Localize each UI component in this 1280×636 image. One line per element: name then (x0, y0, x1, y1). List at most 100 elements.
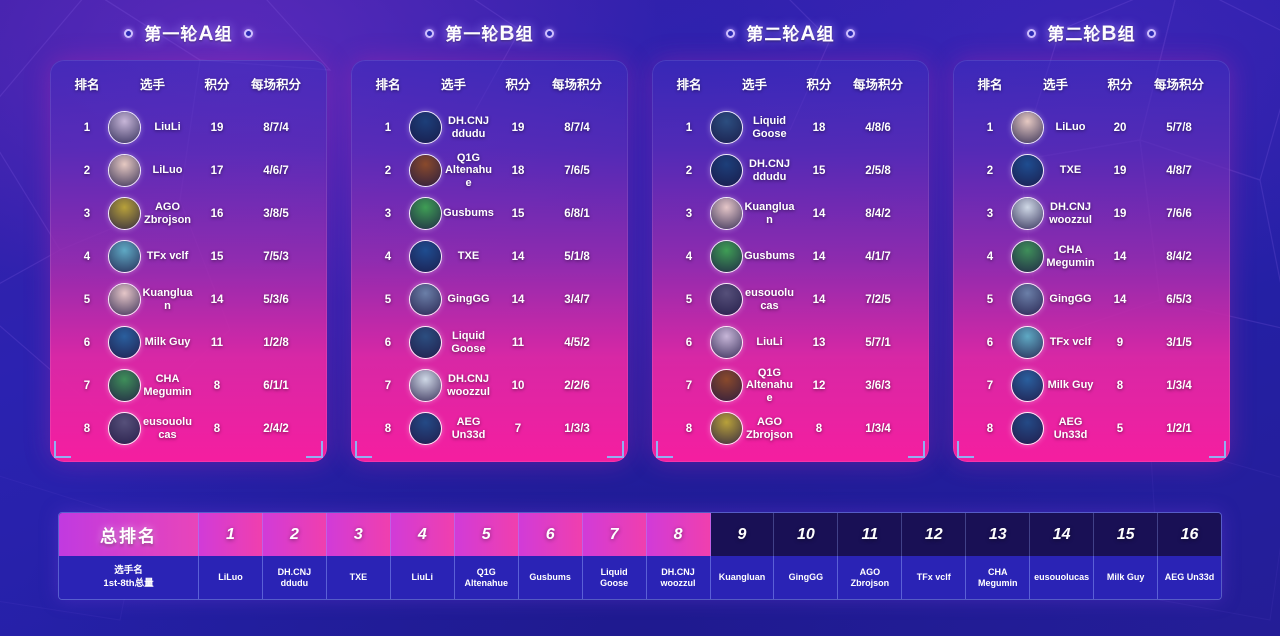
cell-points: 14 (812, 293, 826, 306)
table-row[interactable]: 4 CHA Megumin 14 8/4/2 (963, 235, 1220, 278)
overall-player-name-cell[interactable]: GingGG (774, 556, 839, 599)
table-row[interactable]: 2 Q1G Altenahue 18 7/6/5 (361, 149, 618, 192)
overall-player-name-cell[interactable]: DH.CNJ woozzul (647, 556, 711, 599)
cell-per-match: 7/6/6 (1166, 207, 1192, 220)
cell-player-name: Liquid Goose (451, 330, 486, 355)
overall-rank-cell: 4 (390, 513, 455, 556)
cell-rank: 5 (986, 293, 994, 306)
table-row[interactable]: 7 DH.CNJ woozzul 10 2/2/6 (361, 364, 618, 407)
table-row[interactable]: 5 Kuangluan 14 5/3/6 (60, 278, 317, 321)
cell-points: 14 (1113, 250, 1127, 263)
table-row[interactable]: 7 CHA Megumin 8 6/1/1 (60, 364, 317, 407)
cell-points: 18 (511, 164, 525, 177)
overall-player-name-cell[interactable]: Kuangluan (711, 556, 775, 599)
table-row[interactable]: 2 DH.CNJ ddudu 15 2/5/8 (662, 149, 919, 192)
table-row[interactable]: 8 AEG Un33d 5 1/2/1 (963, 407, 1220, 450)
cell-player-name: Liquid Goose (752, 115, 787, 140)
decoration-dot-left-icon (124, 28, 134, 38)
table-row[interactable]: 7 Milk Guy 8 1/3/4 (963, 364, 1220, 407)
overall-player-name-cell[interactable]: CHA Megumin (966, 556, 1031, 599)
group-title-text-1: 第一轮B组 (445, 22, 534, 45)
group-title-0: 第一轮A组 (124, 18, 253, 48)
table-row[interactable]: 3 Kuangluan 14 8/4/2 (662, 192, 919, 235)
avatar (108, 154, 141, 187)
cell-player-name: Q1G Altenahue (444, 152, 493, 189)
cell-player-name: Milk Guy (1047, 379, 1094, 392)
cell-player-name: DH.CNJ woozzul (1049, 201, 1092, 226)
cell-rank: 6 (384, 336, 392, 349)
overall-player-name-cell[interactable]: Q1G Altenahue (455, 556, 519, 599)
overall-row-label-line1: 选手名 (114, 564, 143, 576)
column-header-per-match: 每场积分 (551, 77, 602, 92)
table-row[interactable]: 6 TFx vclf 9 3/1/5 (963, 321, 1220, 364)
overall-player-name-cell[interactable]: TXE (327, 556, 391, 599)
overall-ranking-table: 总排名 1 2 3 4 5 6 7 8 9 10 11 12 13 14 15 16 选手名 1st-8th总… (58, 512, 1222, 600)
table-row[interactable]: 8 AEG Un33d 7 1/3/3 (361, 407, 618, 450)
table-row[interactable]: 1 DH.CNJ ddudu 19 8/7/4 (361, 106, 618, 149)
overall-player-name-cell[interactable]: DH.CNJ ddudu (263, 556, 327, 599)
overall-player-name-cell[interactable]: Liquid Goose (583, 556, 647, 599)
overall-rank-cell: 16 (1180, 525, 1199, 543)
overall-rank-cells: 1 2 3 4 5 6 7 8 9 10 11 12 13 14 15 16 (199, 513, 1221, 556)
avatar (1011, 240, 1044, 273)
overall-ranking-body-row: 选手名 1st-8th总量 LiLuo DH.CNJ ddudu TXE LiuLi Q… (59, 556, 1221, 599)
decoration-dot-right-icon (243, 28, 253, 38)
table-row[interactable]: 3 AGO Zbrojson 16 3/8/5 (60, 192, 317, 235)
table-body-2: 1 Liquid Goose 18 4/8/6 2 DH.CNJ ddudu 15 2/5/8… (662, 106, 919, 450)
cell-rank: 4 (384, 250, 392, 263)
avatar (108, 412, 141, 445)
table-body-0: 1 LiuLi 19 8/7/4 2 LiLuo 17 4/6/7 3 AGO Zbrojson 1… (60, 106, 317, 450)
table-row[interactable]: 2 TXE 19 4/8/7 (963, 149, 1220, 192)
overall-player-name-cell[interactable]: Gusbums (519, 556, 583, 599)
table-row[interactable]: 5 eusouolucas 14 7/2/5 (662, 278, 919, 321)
table-row[interactable]: 6 LiuLi 13 5/7/1 (662, 321, 919, 364)
cell-points: 15 (511, 207, 525, 220)
standings-card-1: 排名 选手 积分 每场积分 1 DH.CNJ ddudu 19 8/7/4 2 Q1G A… (351, 60, 628, 462)
table-row[interactable]: 8 AGO Zbrojson 8 1/3/4 (662, 407, 919, 450)
decoration-dot-left-icon (1027, 28, 1037, 38)
overall-player-name-cell[interactable]: Milk Guy (1094, 556, 1159, 599)
avatar (1011, 412, 1044, 445)
table-row[interactable]: 8 eusouolucas 8 2/4/2 (60, 407, 317, 450)
table-row[interactable]: 2 LiLuo 17 4/6/7 (60, 149, 317, 192)
cell-points: 14 (210, 293, 224, 306)
cell-player-name: DH.CNJ ddudu (749, 158, 790, 183)
cell-rank: 1 (384, 121, 392, 134)
cell-points: 11 (210, 336, 224, 349)
cell-player-name: Q1G Altenahue (745, 367, 794, 404)
table-row[interactable]: 4 TFx vclf 15 7/5/3 (60, 235, 317, 278)
cell-points: 20 (1113, 121, 1127, 134)
cell-player-name: GingGG (447, 293, 490, 306)
cell-rank: 5 (384, 293, 392, 306)
table-row[interactable]: 1 Liquid Goose 18 4/8/6 (662, 106, 919, 149)
cell-player-name: eusouolucas (143, 416, 192, 441)
avatar (409, 111, 442, 144)
column-header-rank: 排名 (74, 77, 100, 92)
overall-player-name-cell[interactable]: AGO Zbrojson (838, 556, 903, 599)
overall-player-name-cell[interactable]: LiuLi (391, 556, 455, 599)
cell-rank: 8 (83, 422, 91, 435)
cell-player-name: GingGG (1049, 293, 1092, 306)
avatar (108, 283, 141, 316)
table-row[interactable]: 6 Liquid Goose 11 4/5/2 (361, 321, 618, 364)
overall-player-name-cell[interactable]: AEG Un33d (1158, 556, 1221, 599)
overall-player-name-cell[interactable]: eusouolucas (1030, 556, 1095, 599)
cell-points: 12 (812, 379, 826, 392)
table-row[interactable]: 5 GingGG 14 6/5/3 (963, 278, 1220, 321)
overall-player-name-cell[interactable]: LiLuo (199, 556, 263, 599)
avatar (1011, 154, 1044, 187)
table-row[interactable]: 1 LiLuo 20 5/7/8 (963, 106, 1220, 149)
table-row[interactable]: 1 LiuLi 19 8/7/4 (60, 106, 317, 149)
overall-rank-cell: 5 (454, 513, 519, 556)
avatar (710, 326, 743, 359)
table-row[interactable]: 3 Gusbums 15 6/8/1 (361, 192, 618, 235)
column-header-player: 选手 (1042, 77, 1068, 92)
overall-player-name-cell[interactable]: TFx vclf (902, 556, 967, 599)
table-row[interactable]: 4 TXE 14 5/1/8 (361, 235, 618, 278)
table-row[interactable]: 7 Q1G Altenahue 12 3/6/3 (662, 364, 919, 407)
table-row[interactable]: 3 DH.CNJ woozzul 19 7/6/6 (963, 192, 1220, 235)
table-row[interactable]: 5 GingGG 14 3/4/7 (361, 278, 618, 321)
table-row[interactable]: 4 Gusbums 14 4/1/7 (662, 235, 919, 278)
cell-rank: 4 (83, 250, 91, 263)
table-row[interactable]: 6 Milk Guy 11 1/2/8 (60, 321, 317, 364)
